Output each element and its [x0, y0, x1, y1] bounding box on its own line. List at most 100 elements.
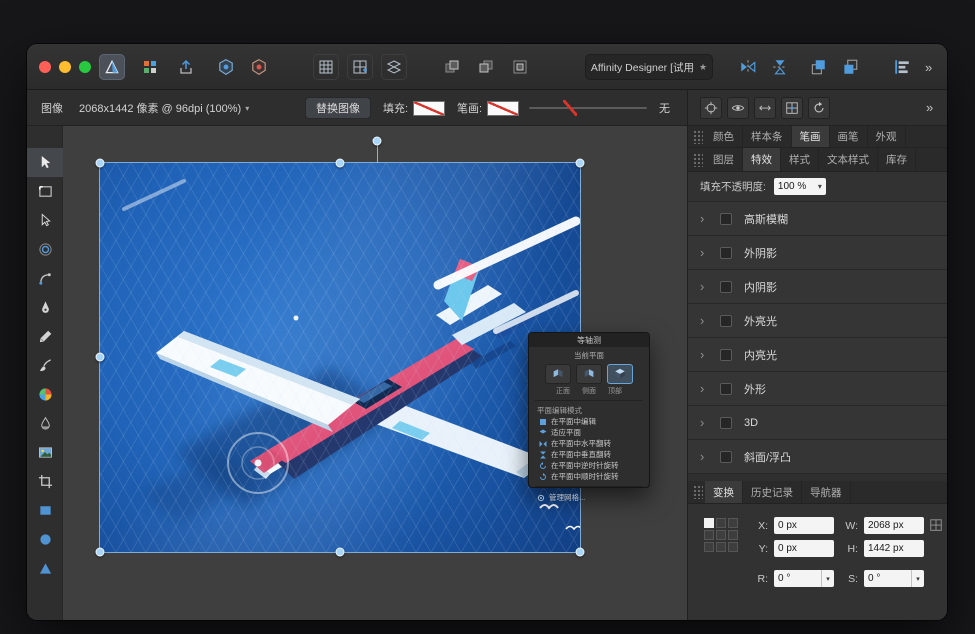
effect-checkbox[interactable] — [720, 213, 732, 225]
anchor-point-selector[interactable] — [704, 518, 740, 554]
move-tool[interactable] — [27, 148, 63, 177]
grid-options-button-2[interactable] — [347, 54, 373, 80]
effect-checkbox[interactable] — [720, 315, 732, 327]
plane-top-button[interactable] — [607, 364, 633, 384]
grid-options-button-1[interactable] — [313, 54, 339, 80]
tab-appearance[interactable]: 外观 — [868, 126, 906, 147]
anchor-cell[interactable] — [704, 542, 714, 552]
replace-image-button[interactable]: 替换图像 — [305, 97, 371, 119]
titlebar[interactable]: Affinity Designer [试用 ★ » — [27, 44, 947, 90]
iso-item-rotate-ccw[interactable]: 在平面中逆时针旋转 — [529, 460, 649, 471]
zoom-button[interactable] — [79, 61, 91, 73]
tab-history[interactable]: 历史记录 — [743, 481, 802, 503]
grid-options-button-3[interactable] — [381, 54, 407, 80]
tab-styles[interactable]: 样式 — [781, 148, 819, 171]
handle-top-center[interactable] — [336, 159, 345, 168]
fill-gradient-tool[interactable] — [27, 380, 63, 409]
effect-checkbox[interactable] — [720, 451, 732, 463]
rotation-handle[interactable] — [373, 137, 382, 146]
tab-layers[interactable]: 图层 — [705, 148, 743, 171]
corner-tool[interactable] — [27, 264, 63, 293]
handle-top-right[interactable] — [576, 159, 585, 168]
insert-top-button[interactable] — [473, 54, 499, 80]
pixel-persona-button[interactable] — [137, 54, 163, 80]
panel-grip[interactable] — [693, 130, 703, 144]
stroke-swatch[interactable] — [487, 101, 519, 116]
anchor-cell[interactable] — [704, 530, 714, 540]
insert-inside-button[interactable] — [507, 54, 533, 80]
snap-grid-button[interactable] — [781, 97, 803, 119]
snap-preset-badge-1[interactable] — [213, 54, 239, 80]
manage-grid-link[interactable]: 管理网格... — [529, 491, 649, 504]
vector-crop-tool[interactable] — [27, 467, 63, 496]
document-tab[interactable]: Affinity Designer [试用 ★ — [585, 54, 713, 80]
effect-row-gaussian-blur[interactable]: ›高斯模糊 — [688, 202, 947, 236]
tab-navigator[interactable]: 导航器 — [802, 481, 851, 503]
effect-row-outline[interactable]: ›外形 — [688, 372, 947, 406]
image-size-dropdown[interactable]: 2068x1442 像素 @ 96dpi (100%) ▾ — [79, 90, 249, 126]
effect-row-inner-glow[interactable]: ›内亮光 — [688, 338, 947, 372]
effect-row-inner-shadow[interactable]: ›内阴影 — [688, 270, 947, 304]
handle-bottom-center[interactable] — [336, 548, 345, 557]
rectangle-tool[interactable] — [27, 496, 63, 525]
plane-front-button[interactable] — [545, 364, 571, 384]
alignment-button[interactable] — [889, 54, 915, 80]
effect-checkbox[interactable] — [720, 383, 732, 395]
chevron-down-icon[interactable]: ▾ — [911, 570, 924, 587]
y-input[interactable]: 0 px — [774, 540, 834, 557]
shear-dropdown[interactable]: 0 °▾ — [864, 570, 924, 587]
transparency-tool[interactable] — [27, 409, 63, 438]
place-image-tool[interactable] — [27, 438, 63, 467]
disclosure-icon[interactable]: › — [700, 211, 714, 226]
tab-stroke[interactable]: 笔画 — [792, 126, 830, 147]
disclosure-icon[interactable]: › — [700, 279, 714, 294]
triangle-tool[interactable] — [27, 554, 63, 583]
disclosure-icon[interactable]: › — [700, 245, 714, 260]
move-forward-button[interactable] — [805, 54, 831, 80]
vector-brush-tool[interactable] — [27, 351, 63, 380]
fill-opacity-input[interactable]: 100 % ▾ — [774, 178, 826, 195]
snap-center-button[interactable] — [700, 97, 722, 119]
anchor-cell[interactable] — [728, 542, 738, 552]
iso-item-flip-horizontal[interactable]: 在平面中水平翻转 — [529, 438, 649, 449]
flip-vertical-button[interactable] — [767, 54, 793, 80]
effect-row-outer-shadow[interactable]: ›外阴影 — [688, 236, 947, 270]
flip-horizontal-button[interactable] — [735, 54, 761, 80]
effect-checkbox[interactable] — [720, 281, 732, 293]
anchor-cell[interactable] — [716, 530, 726, 540]
panel-grip[interactable] — [693, 153, 703, 167]
pen-tool[interactable] — [27, 293, 63, 322]
move-backward-button[interactable] — [837, 54, 863, 80]
iso-item-fit-to-plane[interactable]: 适应平面 — [529, 427, 649, 438]
fill-swatch[interactable] — [413, 101, 445, 116]
handle-top-left[interactable] — [96, 159, 105, 168]
anchor-cell[interactable] — [704, 518, 714, 528]
iso-item-rotate-cw[interactable]: 在平面中顺时针旋转 — [529, 471, 649, 482]
tab-transform[interactable]: 变换 — [705, 481, 743, 503]
disclosure-icon[interactable]: › — [700, 381, 714, 396]
x-input[interactable]: 0 px — [774, 517, 834, 534]
tab-effects[interactable]: 特效 — [743, 148, 781, 171]
export-persona-button[interactable] — [173, 54, 199, 80]
isometric-panel[interactable]: 等轴测 当前平面 正面 侧面 顶部 平面编辑模式 在平面中编辑 适应平面 在平面… — [528, 332, 650, 488]
transform-options-button[interactable] — [929, 518, 943, 535]
insert-behind-button[interactable] — [439, 54, 465, 80]
anchor-cell[interactable] — [716, 542, 726, 552]
effect-row-outer-glow[interactable]: ›外亮光 — [688, 304, 947, 338]
chevron-down-icon[interactable]: ▾ — [821, 570, 834, 587]
pencil-tool[interactable] — [27, 322, 63, 351]
h-input[interactable]: 1442 px — [864, 540, 924, 557]
toolbar-overflow-button[interactable]: » — [925, 60, 933, 75]
preview-mode-button[interactable] — [727, 97, 749, 119]
disclosure-icon[interactable]: › — [700, 313, 714, 328]
handle-mid-left[interactable] — [96, 353, 105, 362]
effect-row-3d[interactable]: ›3D — [688, 406, 947, 440]
handle-bottom-left[interactable] — [96, 548, 105, 557]
w-input[interactable]: 2068 px — [864, 517, 924, 534]
anchor-cell[interactable] — [716, 518, 726, 528]
anchor-cell[interactable] — [728, 518, 738, 528]
canvas[interactable]: 等轴测 当前平面 正面 侧面 顶部 平面编辑模式 在平面中编辑 适应平面 在平面… — [63, 126, 687, 620]
disclosure-icon[interactable]: › — [700, 347, 714, 362]
rotate-canvas-button[interactable] — [808, 97, 830, 119]
disclosure-icon[interactable]: › — [700, 449, 714, 464]
